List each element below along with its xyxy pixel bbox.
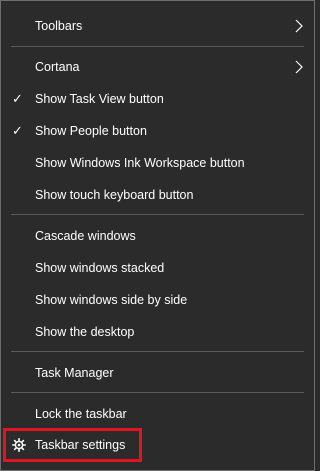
menu-separator — [11, 351, 304, 352]
menu-item-show-the-desktop[interactable]: Show the desktop — [1, 316, 314, 348]
checkmark-icon: ✓ — [12, 91, 23, 106]
menu-item-label: Task Manager — [35, 366, 114, 380]
chevron-right-icon — [295, 19, 303, 33]
checkmark-icon: ✓ — [12, 123, 23, 138]
menu-item-label: Show People button — [35, 124, 147, 138]
menu-item-label: Show touch keyboard button — [35, 188, 194, 202]
menu-separator — [11, 214, 304, 215]
menu-item-label: Show windows side by side — [35, 293, 188, 307]
menu-item-show-windows-stacked[interactable]: Show windows stacked — [1, 252, 314, 284]
menu-item-lock-the-taskbar[interactable]: Lock the taskbar — [1, 398, 314, 430]
menu-item-label: Show Task View button — [35, 92, 164, 106]
menu-item-label: Show the desktop — [35, 325, 135, 339]
menu-item-toolbars[interactable]: Toolbars — [1, 10, 314, 42]
highlight-box — [3, 428, 142, 462]
menu-item-show-windows-ink-workspace-button[interactable]: Show Windows Ink Workspace button — [1, 147, 314, 179]
menu-item-show-task-view-button[interactable]: ✓ Show Task View button — [1, 83, 314, 115]
menu-item-label: Cascade windows — [35, 229, 136, 243]
menu-item-show-people-button[interactable]: ✓ Show People button — [1, 115, 314, 147]
chevron-right-icon — [295, 60, 303, 74]
menu-item-label: Cortana — [35, 60, 80, 74]
menu-item-show-touch-keyboard-button[interactable]: Show touch keyboard button — [1, 179, 314, 211]
taskbar-context-menu: Toolbars Cortana ✓ Show Task View button… — [0, 0, 315, 471]
menu-separator — [11, 392, 304, 393]
menu-item-label: Lock the taskbar — [35, 407, 127, 421]
menu-item-show-windows-side-by-side[interactable]: Show windows side by side — [1, 284, 314, 316]
menu-item-cascade-windows[interactable]: Cascade windows — [1, 220, 314, 252]
menu-item-label: Toolbars — [35, 19, 83, 33]
menu-item-cortana[interactable]: Cortana — [1, 51, 314, 83]
menu-item-label: Show windows stacked — [35, 261, 165, 275]
menu-item-task-manager[interactable]: Task Manager — [1, 357, 314, 389]
menu-separator — [11, 46, 304, 47]
menu-item-label: Show Windows Ink Workspace button — [35, 156, 245, 170]
